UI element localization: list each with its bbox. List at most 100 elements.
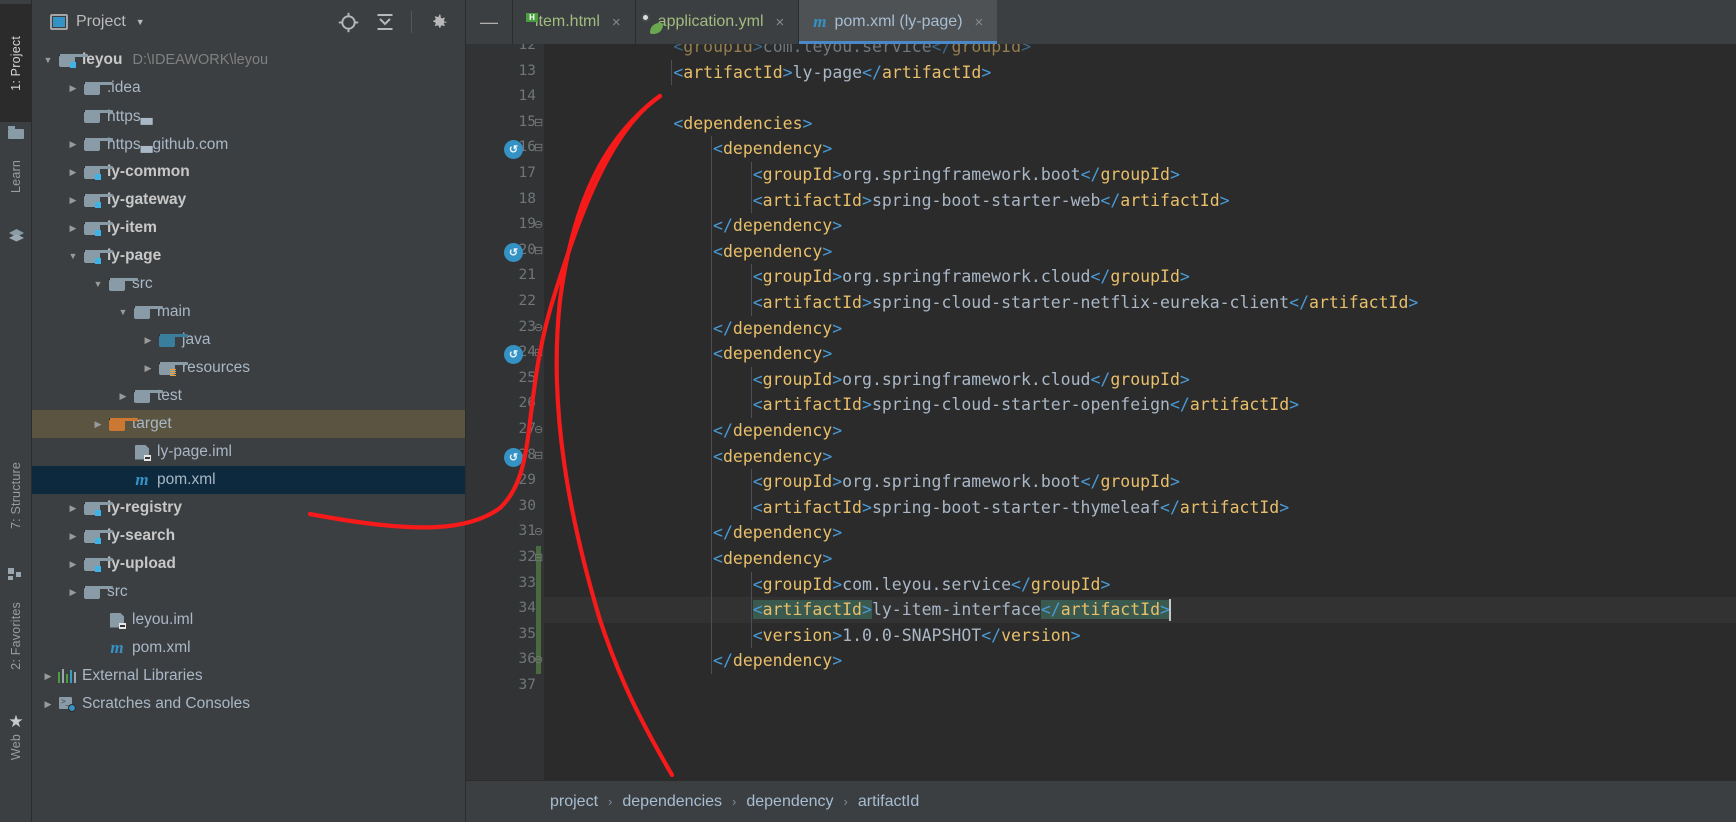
chevron-down-icon[interactable]: ▼ bbox=[40, 55, 56, 65]
code-line[interactable]: <dependency> bbox=[713, 546, 832, 572]
maven-dependency-update-icon[interactable]: ↺ bbox=[504, 140, 523, 160]
maven-dependency-update-icon[interactable]: ↺ bbox=[504, 447, 523, 467]
tool-window-button-project[interactable]: 1: Project bbox=[0, 4, 32, 122]
tool-window-button-structure[interactable]: 7: Structure bbox=[0, 432, 32, 560]
breadcrumb-item-artifactid[interactable]: artifactId bbox=[858, 793, 919, 811]
tree-node-ly-page-iml[interactable]: ly-page.iml bbox=[32, 438, 465, 466]
code-line[interactable]: <groupId>org.springframework.boot</group… bbox=[753, 469, 1180, 495]
tree-node-src[interactable]: ▶ src bbox=[32, 578, 465, 606]
tree-node-target[interactable]: ▶ target bbox=[32, 410, 465, 438]
code-fold-icon[interactable]: ⊖ bbox=[534, 653, 543, 666]
tree-node-ly-page[interactable]: ▼ ly-page bbox=[32, 242, 465, 270]
code-fold-icon[interactable]: ⊖ bbox=[534, 525, 543, 538]
tree-node-scratches-and-consoles[interactable]: ▶ >_ Scratches and Consoles bbox=[32, 690, 465, 718]
code-line[interactable]: <version>1.0.0-SNAPSHOT</version> bbox=[753, 623, 1081, 649]
collapse-all-icon[interactable] bbox=[375, 12, 395, 32]
maven-dependency-update-icon[interactable]: ↺ bbox=[504, 242, 523, 262]
chevron-down-icon[interactable]: ▼ bbox=[136, 17, 145, 27]
code-fold-icon[interactable]: ⊖ bbox=[534, 423, 543, 436]
code-editor[interactable]: <groupId>com.leyou.service</groupId> <art… bbox=[544, 44, 1736, 822]
chevron-right-icon[interactable]: ▶ bbox=[140, 335, 156, 346]
tree-node-src[interactable]: ▼ src bbox=[32, 270, 465, 298]
code-line[interactable]: </dependency> bbox=[713, 213, 842, 239]
code-line[interactable]: </dependency> bbox=[713, 648, 842, 674]
code-line[interactable]: <groupId>com.leyou.service</groupId> bbox=[753, 572, 1111, 598]
breadcrumb-item-dependencies[interactable]: dependencies bbox=[622, 793, 722, 811]
tree-node-ly-registry[interactable]: ▶ ly-registry bbox=[32, 494, 465, 522]
code-fold-icon[interactable]: ⊟ bbox=[534, 449, 543, 462]
code-line[interactable]: <artifactId>spring-cloud-starter-openfei… bbox=[753, 392, 1299, 418]
code-line[interactable]: <artifactId>ly-item-interface</artifactI… bbox=[752, 597, 1170, 623]
code-line[interactable]: <groupId>org.springframework.boot</group… bbox=[753, 162, 1180, 188]
editor-tab-application-yml[interactable]: application.yml × bbox=[634, 0, 799, 44]
code-fold-icon[interactable]: ⊟ bbox=[534, 551, 543, 564]
chevron-right-icon[interactable]: ▶ bbox=[65, 503, 81, 514]
tree-node-test[interactable]: ▶ test bbox=[32, 382, 465, 410]
code-fold-icon[interactable]: ⊟ bbox=[534, 244, 543, 257]
editor-gutter[interactable]: 12 13 14 15 ⊟ 16 ⊟ ↺ 17 18 19 ⊖ 20 ⊟ ↺ 21 22 23 ⊖ 24 ⊟ ↺ 25 26 2… bbox=[466, 44, 544, 822]
code-line[interactable]: <artifactId>spring-cloud-starter-netflix… bbox=[753, 290, 1419, 316]
code-line[interactable]: <dependency> bbox=[713, 239, 832, 265]
code-line[interactable]: <dependency> bbox=[713, 341, 832, 367]
code-line[interactable]: <dependency> bbox=[713, 444, 832, 470]
tree-node-java[interactable]: ▶ java bbox=[32, 326, 465, 354]
chevron-right-icon[interactable]: ▶ bbox=[115, 391, 131, 402]
tree-node-ly-item[interactable]: ▶ ly-item bbox=[32, 214, 465, 242]
close-icon[interactable]: × bbox=[776, 14, 785, 31]
code-line[interactable]: </dependency> bbox=[713, 520, 842, 546]
chevron-right-icon[interactable]: ▶ bbox=[65, 167, 81, 178]
chevron-right-icon[interactable]: ▶ bbox=[90, 419, 106, 430]
tree-node-https[interactable]: https▃ bbox=[32, 102, 465, 130]
tree-node-ly-upload[interactable]: ▶ ly-upload bbox=[32, 550, 465, 578]
chevron-right-icon[interactable]: ▶ bbox=[40, 671, 56, 682]
chevron-right-icon[interactable]: ▶ bbox=[65, 559, 81, 570]
chevron-right-icon[interactable]: ▶ bbox=[65, 83, 81, 94]
code-line[interactable]: <groupId>com.leyou.service</groupId> bbox=[673, 44, 1031, 60]
tree-node-ly-common[interactable]: ▶ ly-common bbox=[32, 158, 465, 186]
code-line[interactable]: <groupId>org.springframework.cloud</grou… bbox=[753, 264, 1190, 290]
code-fold-icon[interactable]: ⊟ bbox=[534, 141, 543, 154]
close-icon[interactable]: × bbox=[612, 14, 621, 31]
tree-node-ly-search[interactable]: ▶ ly-search bbox=[32, 522, 465, 550]
locate-icon[interactable] bbox=[338, 12, 359, 33]
tree-node-https-github-com[interactable]: ▶ https▃github.com bbox=[32, 130, 465, 158]
tree-node-idea[interactable]: ▶ .idea bbox=[32, 74, 465, 102]
code-line[interactable]: <artifactId>ly-page</artifactId> bbox=[673, 60, 991, 86]
chevron-down-icon[interactable]: ▼ bbox=[115, 307, 131, 317]
code-line[interactable]: <artifactId>spring-boot-starter-web</art… bbox=[753, 188, 1230, 214]
tree-node-resources[interactable]: ▶ resources bbox=[32, 354, 465, 382]
vcs-change-marker[interactable] bbox=[536, 571, 541, 598]
tree-node-leyou[interactable]: ▼ leyou D:\IDEAWORK\leyou bbox=[32, 46, 465, 74]
chevron-right-icon[interactable]: ▶ bbox=[65, 223, 81, 234]
tree-node-leyou-iml[interactable]: leyou.iml bbox=[32, 606, 465, 634]
chevron-down-icon[interactable]: ▼ bbox=[90, 279, 106, 289]
settings-gear-icon[interactable] bbox=[428, 12, 449, 33]
maven-dependency-update-icon[interactable]: ↺ bbox=[504, 345, 523, 365]
code-line[interactable]: <groupId>org.springframework.cloud</grou… bbox=[753, 367, 1190, 393]
tree-node-pom-xml[interactable]: m pom.xml bbox=[32, 466, 465, 494]
code-line[interactable]: <artifactId>spring-boot-starter-thymelea… bbox=[753, 495, 1289, 521]
project-tree[interactable]: ▼ leyou D:\IDEAWORK\leyou ▶ .idea https▃ ▶ http… bbox=[32, 44, 465, 822]
tree-node-pom-xml[interactable]: m pom.xml bbox=[32, 634, 465, 662]
code-fold-icon[interactable]: ⊟ bbox=[534, 346, 543, 359]
chevron-right-icon[interactable]: ▶ bbox=[65, 587, 81, 598]
intention-bulb-icon[interactable] bbox=[526, 601, 541, 619]
close-icon[interactable]: × bbox=[975, 14, 984, 31]
tool-window-button-learn[interactable]: Learn bbox=[0, 130, 32, 222]
code-fold-icon[interactable]: ⊖ bbox=[534, 321, 543, 334]
breadcrumb[interactable]: project › dependencies › dependency › artifact… bbox=[466, 780, 1736, 822]
code-line[interactable]: </dependency> bbox=[713, 418, 842, 444]
breadcrumb-item-dependency[interactable]: dependency bbox=[746, 793, 833, 811]
breadcrumb-item-project[interactable]: project bbox=[550, 793, 598, 811]
editor-tab-pom-xml-ly-page[interactable]: m pom.xml (ly-page) × bbox=[798, 0, 998, 44]
code-line[interactable]: <dependencies> bbox=[673, 111, 812, 137]
editor-tab-item-html[interactable]: Hitem.html × bbox=[512, 0, 635, 44]
chevron-right-icon[interactable]: ▶ bbox=[140, 363, 156, 374]
chevron-right-icon[interactable]: ▶ bbox=[65, 139, 81, 150]
chevron-down-icon[interactable]: ▼ bbox=[65, 251, 81, 261]
tree-node-ly-gateway[interactable]: ▶ ly-gateway bbox=[32, 186, 465, 214]
tool-window-button-favorites[interactable]: 2: Favorites bbox=[0, 566, 32, 706]
chevron-right-icon[interactable]: ▶ bbox=[40, 699, 56, 710]
chevron-right-icon[interactable]: ▶ bbox=[65, 531, 81, 542]
tree-node-main[interactable]: ▼ main bbox=[32, 298, 465, 326]
